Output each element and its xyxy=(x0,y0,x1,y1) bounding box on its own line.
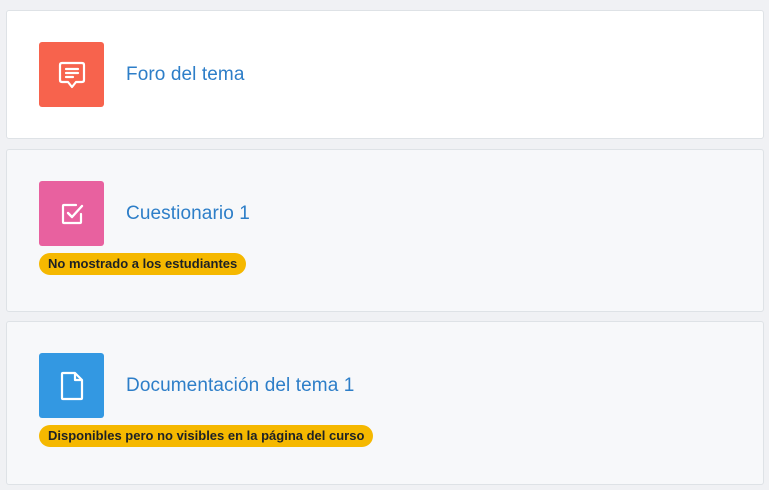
quiz-icon[interactable] xyxy=(39,181,104,246)
activity-file: Documentación del tema 1 Disponibles per… xyxy=(6,321,764,485)
visibility-badge: No mostrado a los estudiantes xyxy=(39,253,247,275)
activity-quiz: Cuestionario 1 No mostrado a los estudia… xyxy=(6,149,764,312)
visibility-badge: Disponibles pero no visibles en la págin… xyxy=(39,425,374,447)
forum-icon[interactable] xyxy=(39,42,104,107)
activity-link-quiz[interactable]: Cuestionario 1 xyxy=(126,203,250,225)
activity-row: Cuestionario 1 xyxy=(39,181,250,246)
activity-row: Foro del tema xyxy=(39,42,245,107)
file-icon[interactable] xyxy=(39,353,104,418)
activity-link-forum[interactable]: Foro del tema xyxy=(126,64,245,86)
activity-link-file[interactable]: Documentación del tema 1 xyxy=(126,375,354,397)
activity-forum: Foro del tema xyxy=(6,10,764,139)
activity-row: Documentación del tema 1 xyxy=(39,353,354,418)
